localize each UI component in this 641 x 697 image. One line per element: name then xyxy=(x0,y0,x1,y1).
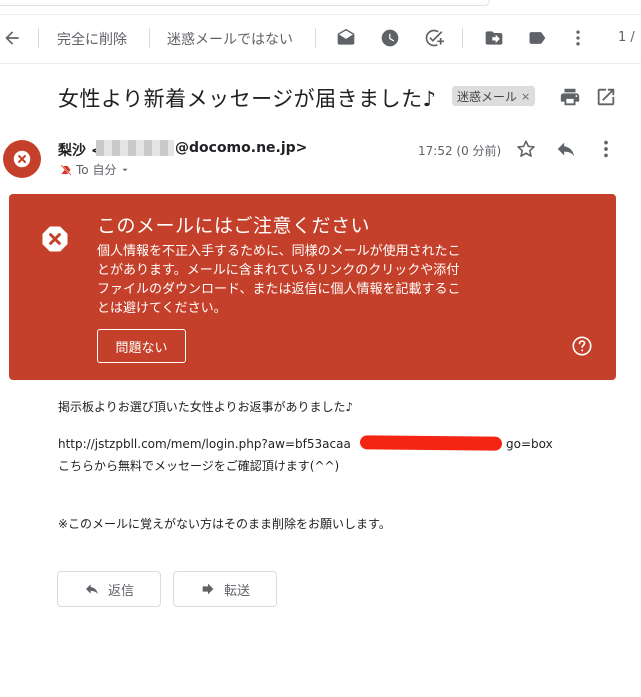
open-in-new-window-icon[interactable] xyxy=(595,86,617,108)
reply-arrow-icon xyxy=(85,584,98,595)
toolbar: 完全に削除 迷惑メールではない 1 / xyxy=(0,20,641,56)
body-link-end[interactable]: go=box xyxy=(506,437,553,451)
warning-octagon-icon xyxy=(42,226,68,252)
mark-as-read-icon[interactable] xyxy=(336,28,356,48)
more-options-icon[interactable] xyxy=(595,138,617,160)
redaction-mark xyxy=(359,435,503,451)
warning-x-icon xyxy=(13,150,31,168)
recipient-details-toggle[interactable]: To 自分 xyxy=(60,161,130,178)
not-spam-button[interactable]: 迷惑メールではない xyxy=(167,29,293,49)
email-subject: 女性より新着メッセージが届きました♪ xyxy=(58,87,437,111)
toolbar-top-strip xyxy=(0,0,490,6)
move-to-folder-icon[interactable] xyxy=(484,28,504,48)
add-task-icon[interactable] xyxy=(424,28,444,48)
delete-forever-button[interactable]: 完全に削除 xyxy=(57,29,127,49)
looks-safe-button[interactable]: 問題ない xyxy=(97,329,186,363)
redacted-email-address xyxy=(96,140,174,156)
reply-button[interactable]: 返信 xyxy=(57,571,161,607)
warning-title: このメールにはご注意ください xyxy=(97,215,371,237)
snooze-clock-icon[interactable] xyxy=(380,28,400,48)
body-instruction: こちらから無料でメッセージをご確認頂けます(^^) xyxy=(58,459,340,473)
toolbar-separator xyxy=(149,28,150,48)
remove-label-icon[interactable]: × xyxy=(521,90,530,103)
pagination-indicator: 1 / xyxy=(618,30,635,45)
spam-label-text: 迷惑メール xyxy=(457,89,518,104)
sender-email-domain: @docomo.ne.jp> xyxy=(175,140,308,156)
more-vert-icon[interactable] xyxy=(568,28,588,48)
recipient-label: To 自分 xyxy=(76,163,117,177)
forward-button[interactable]: 転送 xyxy=(173,571,277,607)
toolbar-divider xyxy=(0,14,641,15)
print-icon[interactable] xyxy=(559,86,581,108)
label-tag-icon[interactable] xyxy=(527,28,547,48)
back-arrow-icon[interactable] xyxy=(2,28,22,48)
reply-icon[interactable] xyxy=(555,138,577,160)
toolbar-separator xyxy=(38,28,39,48)
reply-button-label: 返信 xyxy=(107,583,134,599)
spam-warning-banner: このメールにはご注意ください 個人情報を不正入手するために、同様のメールが使用さ… xyxy=(9,194,616,380)
body-greeting: 掲示板よりお選び頂いた女性よりお返事がありました♪ xyxy=(58,400,354,414)
sender-avatar[interactable] xyxy=(3,140,41,178)
forward-button-label: 転送 xyxy=(223,583,250,599)
warning-message: 個人情報を不正入手するために、同様のメールが使用されたことがあります。メールに含… xyxy=(97,244,461,316)
spam-label-chip[interactable]: 迷惑メール × xyxy=(452,86,536,106)
important-marker-icon xyxy=(60,163,72,176)
email-view: 完全に削除 迷惑メールではない 1 / 女性より新着メッセージが届きました♪ 迷… xyxy=(0,0,641,697)
help-icon[interactable] xyxy=(571,335,593,357)
toolbar-separator xyxy=(315,28,316,48)
chevron-down-icon xyxy=(122,168,128,171)
received-time: 17:52 (0 分前) xyxy=(418,144,502,158)
forward-arrow-icon xyxy=(202,583,214,595)
star-icon[interactable] xyxy=(515,138,537,160)
toolbar-bottom-divider xyxy=(0,63,641,64)
body-disclaimer: ※このメールに覚えがない方はそのまま削除をお願いします。 xyxy=(58,517,391,531)
toolbar-separator xyxy=(462,28,463,48)
body-link-start[interactable]: http://jstzpbll.com/mem/login.php?aw=bf5… xyxy=(58,437,351,451)
